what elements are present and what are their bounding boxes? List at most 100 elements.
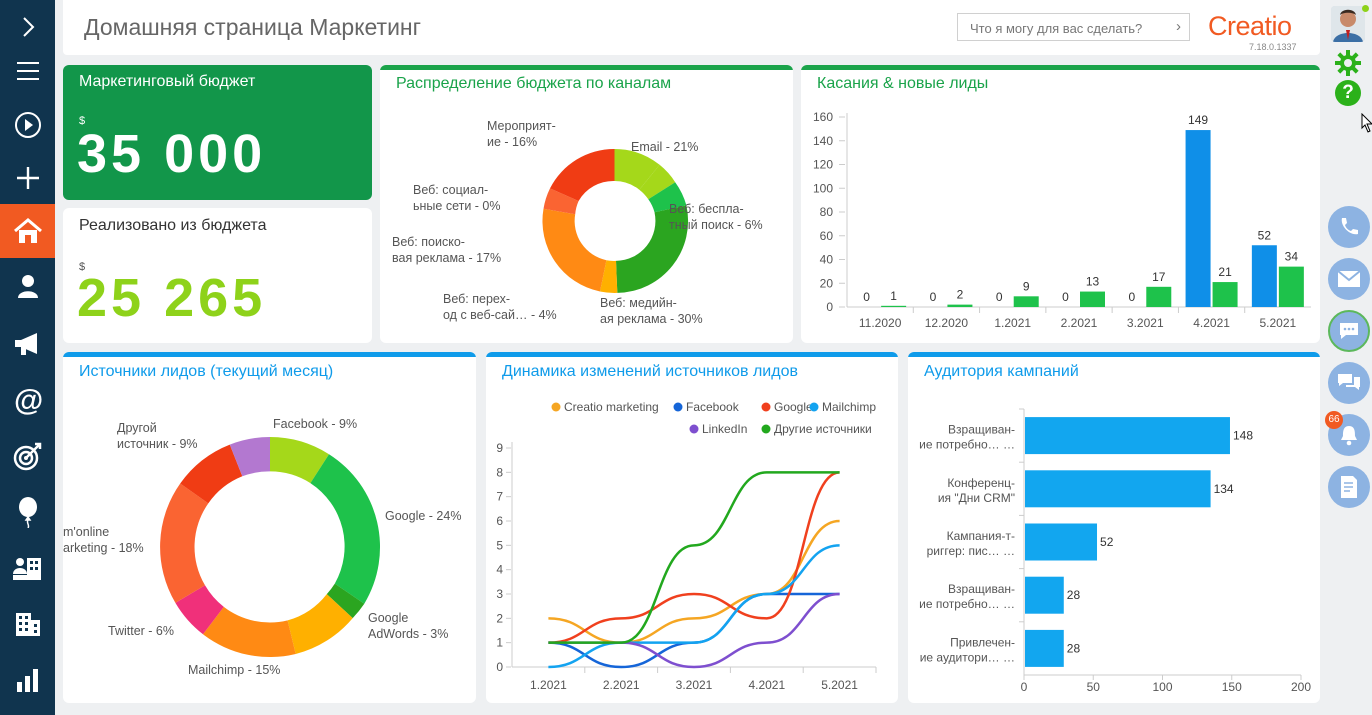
y-tick-label: 5 — [496, 538, 503, 552]
legend-marker — [809, 402, 819, 412]
feed-icon[interactable] — [1328, 362, 1370, 404]
events-icon[interactable] — [0, 485, 55, 539]
x-tick-label: 2.2021 — [1061, 316, 1098, 330]
data-label: 52 — [1100, 535, 1114, 549]
legend-label: Google — [774, 400, 813, 414]
home-icon[interactable] — [0, 204, 55, 258]
touches-bar-chart: 02040608010012014016011.20200 112.20200 21… — [813, 110, 1311, 330]
label-social-1: Веб: социал- — [413, 183, 488, 197]
data-label: 148 — [1233, 429, 1253, 443]
version-label: 7.18.0.1337 — [1249, 42, 1297, 52]
slice-search-ads — [542, 208, 607, 292]
campaigns-icon[interactable] — [0, 317, 55, 371]
data-label: 2 — [957, 288, 964, 302]
bar — [1025, 576, 1064, 614]
dynamics-card: Динамика изменений источников лидов Crea… — [486, 352, 898, 703]
data-label: 149 — [1188, 113, 1208, 127]
y-tick-label: 0 — [826, 300, 833, 314]
series-line — [548, 592, 840, 669]
slice-google — [310, 454, 381, 604]
dynamics-line-chart: Creatio marketing Facebook Google Mailchimp… — [496, 400, 877, 692]
label-events-1: Мероприят- — [487, 119, 556, 133]
companies-icon[interactable] — [0, 597, 55, 651]
budget-value: 35 000 — [77, 124, 267, 184]
spent-value: 25 265 — [77, 268, 267, 328]
menu-icon[interactable] — [0, 44, 55, 98]
gear-icon[interactable] — [1335, 50, 1361, 81]
data-label: 0 — [863, 290, 870, 304]
label-referral-1: Веб: перех- — [443, 292, 510, 306]
help-icon[interactable]: ? — [1335, 80, 1361, 106]
data-label: 52 — [1258, 228, 1272, 242]
legend-marker — [673, 402, 683, 412]
process-icon[interactable] — [1328, 466, 1370, 508]
search-placeholder: Что я могу для вас сделать? — [970, 21, 1143, 36]
legend-label: Mailchimp — [822, 400, 876, 414]
accounts-icon[interactable] — [0, 541, 55, 595]
x-tick-label: 4.2021 — [1193, 316, 1230, 330]
bar — [1278, 266, 1304, 307]
svg-text:@: @ — [14, 385, 43, 415]
phone-icon[interactable] — [1328, 206, 1370, 248]
y-tick-label: 120 — [813, 158, 833, 172]
mail-icon[interactable] — [1328, 258, 1370, 300]
add-icon[interactable] — [0, 151, 55, 205]
chevron-right-icon: › — [1176, 18, 1181, 35]
channels-card: Распределение бюджета по каналам Меропри… — [380, 65, 793, 343]
series-line — [548, 544, 840, 669]
label-other-1: Другой — [117, 421, 157, 435]
right-panel: ? 66 — [1325, 0, 1372, 715]
label-search-2: вая реклама - 17% — [392, 251, 501, 265]
y-tick-label: 8 — [496, 465, 503, 479]
x-tick-label: 2.2021 — [603, 678, 640, 692]
data-label: 0 — [1062, 290, 1069, 304]
data-label: 34 — [1285, 250, 1299, 264]
x-tick-label: 11.2020 — [859, 316, 902, 330]
audience-bar-chart: 0 50 100 150 200 148 Взращиван-ие потребно… … 1… — [919, 408, 1311, 694]
y-tick-label: 80 — [820, 205, 834, 219]
sources-donut-chart: Facebook - 9% Google - 24% Google AdWord… — [63, 417, 461, 677]
data-label: 0 — [1128, 290, 1135, 304]
y-tick-label: ие потребно… … — [919, 438, 1015, 452]
page-header: Домашняя страница Маркетинг Что я могу д… — [63, 0, 1320, 55]
budget-card: Маркетинговый бюджет $ 35 000 — [63, 65, 372, 200]
label-adwords-1: Google — [368, 611, 408, 625]
online-status-icon — [1362, 5, 1369, 12]
y-tick-label: 6 — [496, 514, 503, 528]
slice-online-marketing — [160, 483, 209, 603]
y-tick-label: 0 — [496, 660, 503, 674]
label-online-2: arketing - 18% — [63, 541, 144, 555]
label-events-2: ие - 16% — [487, 135, 537, 149]
series-line — [548, 592, 840, 669]
search-input[interactable]: Что я могу для вас сделать? › — [957, 13, 1190, 41]
bar — [1013, 296, 1039, 307]
bar — [947, 304, 973, 307]
bar — [1025, 629, 1064, 667]
avatar[interactable] — [1331, 6, 1365, 42]
data-label: 13 — [1086, 275, 1100, 289]
target-icon[interactable] — [0, 429, 55, 483]
y-tick-label: Кампания-т- — [947, 529, 1015, 543]
email-icon[interactable]: @ — [0, 373, 55, 427]
y-tick-label: 9 — [496, 441, 503, 455]
play-icon[interactable] — [0, 98, 55, 152]
legend-marker — [761, 424, 771, 434]
x-tick-label: 1.2021 — [994, 316, 1031, 330]
x-tick-label: 5.2021 — [821, 678, 858, 692]
x-tick-label: 3.2021 — [676, 678, 713, 692]
x-tick-label: 4.2021 — [748, 678, 785, 692]
analytics-icon[interactable] — [0, 653, 55, 707]
sources-card: Источники лидов (текущий месяц) Facebook… — [63, 352, 476, 703]
contacts-icon[interactable] — [0, 259, 55, 313]
notification-badge: 66 — [1325, 411, 1343, 429]
label-referral-2: од с веб-сай… - 4% — [443, 308, 557, 322]
logo: Creatio — [1208, 11, 1292, 41]
x-tick-label: 200 — [1291, 680, 1311, 694]
x-tick-label: 0 — [1021, 680, 1028, 694]
chat-icon[interactable] — [1328, 310, 1370, 352]
legend-marker — [761, 402, 771, 412]
budget-title: Маркетинговый бюджет — [79, 73, 256, 90]
label-email: Email - 21% — [631, 140, 698, 154]
y-tick-label: 160 — [813, 110, 833, 124]
label-google: Google - 24% — [385, 509, 461, 523]
